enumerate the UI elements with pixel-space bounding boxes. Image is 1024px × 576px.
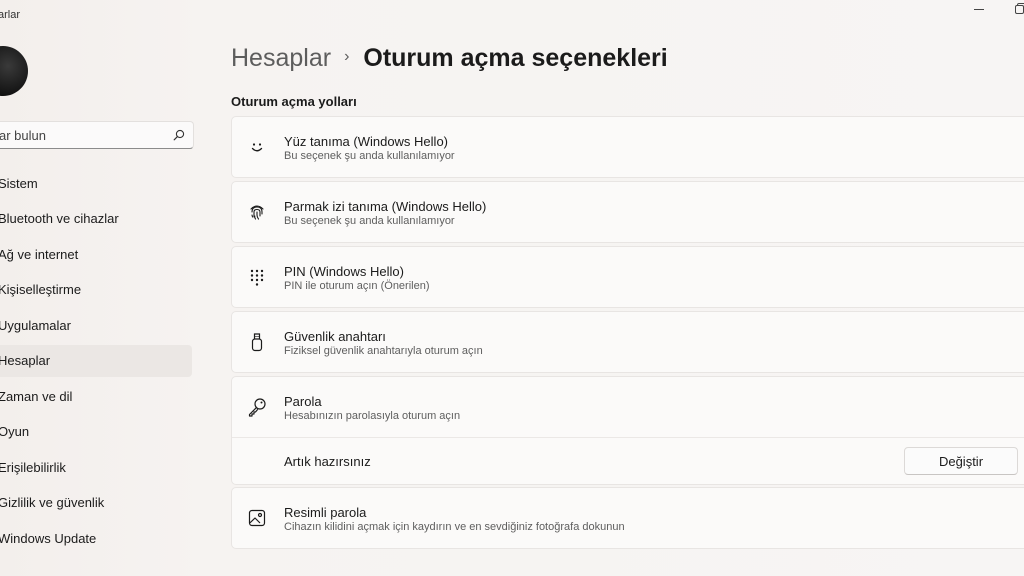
picture-icon (247, 508, 267, 528)
sidebar-item-apps[interactable]: Uygulamalar (0, 309, 192, 341)
option-face-recognition[interactable]: Yüz tanıma (Windows Hello) Bu seçenek şu… (231, 116, 1024, 178)
minimize-icon (974, 8, 984, 10)
keypad-icon (247, 267, 267, 287)
option-row[interactable]: Resimli parola Cihazın kilidini açmak iç… (232, 488, 1024, 548)
smile-face-icon (247, 137, 267, 157)
section-title: Oturum açma yolları (231, 94, 357, 109)
option-row[interactable]: Parola Hesabınızın parolasıyla oturum aç… (232, 377, 1024, 437)
option-description: Cihazın kilidini açmak için kaydırın ve … (284, 521, 625, 533)
option-title: Yüz tanıma (Windows Hello) (284, 134, 448, 149)
option-row[interactable]: Yüz tanıma (Windows Hello) Bu seçenek şu… (232, 117, 1024, 177)
sidebar-item-windows-update[interactable]: Windows Update (0, 522, 192, 554)
option-description: PIN ile oturum açın (Önerilen) (284, 280, 430, 292)
password-status-label: Artık hazırsınız (284, 454, 371, 469)
sidebar-item-label: Oyun (0, 424, 30, 439)
breadcrumb-parent[interactable]: Hesaplar (231, 44, 331, 73)
sidebar-item-sistem[interactable]: Sistem (0, 167, 192, 199)
sidebar-item-label: Windows Update (0, 530, 97, 546)
option-row[interactable]: Güvenlik anahtarı Fiziksel güvenlik anah… (232, 312, 1024, 372)
sidebar-item-network[interactable]: Ağ ve internet (0, 238, 192, 270)
sidebar-item-label: Erişilebilirlik (0, 459, 66, 475)
sidebar-item-accessibility[interactable]: Erişilebilirlik (0, 451, 192, 483)
sidebar-item-label: Hesaplar (0, 353, 51, 368)
restore-button[interactable] (1004, 0, 1024, 18)
option-password[interactable]: Parola Hesabınızın parolasıyla oturum aç… (231, 376, 1024, 485)
sidebar-item-gaming[interactable]: Oyun (0, 416, 192, 448)
app-title: arlar (0, 9, 21, 21)
option-description: Bu seçenek şu anda kullanılamıyor (284, 150, 455, 162)
sidebar-item-label: Kişiselleştirme (0, 282, 82, 297)
page-title: Oturum açma seçenekleri (363, 44, 668, 72)
option-row[interactable]: PIN (Windows Hello) PIN ile oturum açın … (232, 247, 1024, 307)
sidebar-item-label: Zaman ve dil (0, 388, 73, 404)
sidebar-item-bluetooth[interactable]: Bluetooth ve cihazlar (0, 203, 192, 235)
settings-window: arlar Sistem Bluetooth ve cihazlar Ağ ve… (0, 0, 1024, 576)
sidebar-item-label: Ağ ve internet (0, 246, 79, 262)
sidebar-item-label: Bluetooth ve cihazlar (0, 211, 119, 226)
restore-icon (1014, 4, 1024, 14)
password-status-row: Artık hazırsınız Değiştir (232, 437, 1024, 484)
sidebar-nav: Sistem Bluetooth ve cihazlar Ağ ve inter… (0, 167, 200, 558)
option-title: Resimli parola (284, 505, 367, 520)
breadcrumb: Hesaplar › Oturum açma seçenekleri (231, 44, 668, 73)
option-picture-password[interactable]: Resimli parola Cihazın kilidini açmak iç… (231, 487, 1024, 549)
option-description: Bu seçenek şu anda kullanılamıyor (284, 215, 455, 227)
sidebar-item-label: Sistem (0, 175, 38, 191)
fingerprint-icon (247, 202, 267, 222)
search-box[interactable] (0, 121, 194, 149)
option-description: Fiziksel güvenlik anahtarıyla oturum açı… (284, 345, 483, 357)
sidebar-item-time-language[interactable]: Zaman ve dil (0, 380, 192, 412)
sidebar-item-privacy[interactable]: Gizlilik ve güvenlik (0, 487, 192, 519)
option-title: Parola (284, 394, 322, 409)
avatar[interactable] (0, 46, 28, 96)
search-icon[interactable] (173, 129, 185, 141)
change-password-button[interactable]: Değiştir (904, 447, 1018, 475)
option-title: Güvenlik anahtarı (284, 329, 386, 344)
sidebar-item-label: Gizlilik ve güvenlik (0, 495, 105, 510)
breadcrumb-separator: › (344, 47, 350, 65)
option-pin[interactable]: PIN (Windows Hello) PIN ile oturum açın … (231, 246, 1024, 308)
option-row[interactable]: Parmak izi tanıma (Windows Hello) Bu seç… (232, 182, 1024, 242)
sidebar-item-label: Uygulamalar (0, 317, 71, 333)
option-title: Parmak izi tanıma (Windows Hello) (284, 199, 487, 214)
title-bar: arlar (0, 0, 1024, 30)
search-input[interactable] (0, 122, 159, 148)
usb-key-icon (247, 332, 267, 352)
option-fingerprint[interactable]: Parmak izi tanıma (Windows Hello) Bu seç… (231, 181, 1024, 243)
option-security-key[interactable]: Güvenlik anahtarı Fiziksel güvenlik anah… (231, 311, 1024, 373)
sidebar-item-accounts[interactable]: Hesaplar (0, 344, 192, 377)
minimize-button[interactable] (964, 0, 994, 18)
option-title: PIN (Windows Hello) (284, 264, 404, 279)
option-description: Hesabınızın parolasıyla oturum açın (284, 410, 461, 422)
sidebar-item-personalization[interactable]: Kişiselleştirme (0, 274, 192, 306)
key-icon (247, 397, 267, 417)
